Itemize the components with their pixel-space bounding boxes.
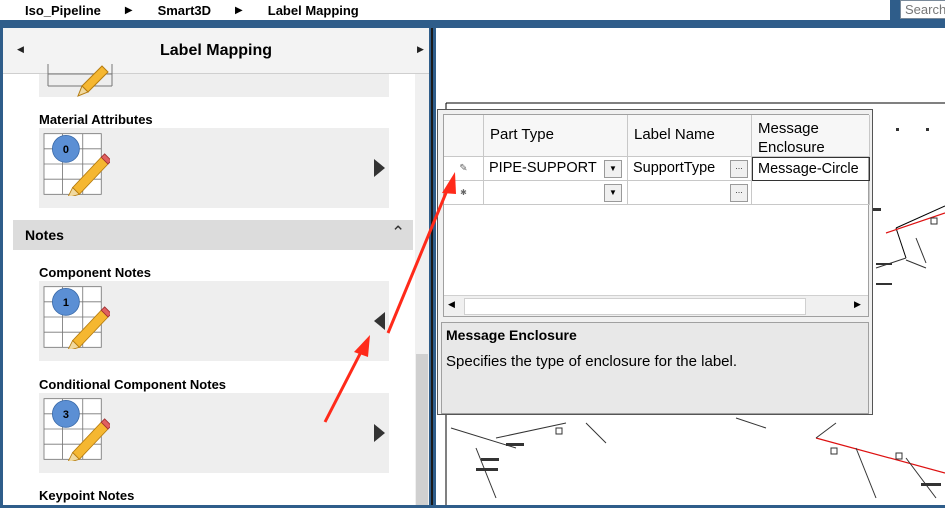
material-attributes-label: Material Attributes — [39, 112, 153, 127]
play-right-icon[interactable] — [374, 159, 385, 177]
scrollbar-thumb[interactable] — [416, 354, 428, 505]
conditional-component-notes-label: Conditional Component Notes — [39, 377, 227, 392]
breadcrumb-item-label-mapping[interactable]: Label Mapping — [268, 3, 359, 18]
panel-divider[interactable] — [431, 28, 433, 505]
row-header-corner — [444, 115, 484, 157]
component-notes-tile[interactable]: 1 — [39, 281, 389, 361]
breadcrumb-item-smart3d[interactable]: Smart3D — [158, 3, 211, 18]
material-attributes-tile[interactable]: 0 — [39, 128, 389, 208]
dropdown-icon[interactable]: ▼ — [604, 184, 622, 202]
badge-count: 0 — [63, 144, 69, 156]
conditional-component-notes-tile[interactable]: 3 — [39, 393, 389, 473]
component-notes-label: Component Notes — [39, 265, 151, 280]
label-mapping-dialog: Part Type Label Name Message Enclosure ✎… — [437, 109, 873, 415]
badge-count: 1 — [63, 297, 69, 309]
breadcrumb: Iso_Pipeline ▶ Smart3D ▶ Label Mapping — [0, 0, 890, 20]
play-left-icon[interactable] — [374, 312, 385, 330]
table-pencil-icon: 1 — [43, 286, 110, 349]
description-title: Message Enclosure — [446, 327, 577, 343]
scroll-right-icon[interactable]: ▶ — [854, 299, 861, 310]
collapse-up-icon[interactable]: ⌃ — [391, 223, 405, 243]
breadcrumb-item-iso-pipeline[interactable]: Iso_Pipeline — [25, 3, 101, 18]
notes-section-header[interactable]: Notes ⌃ — [13, 220, 413, 250]
dropdown-icon[interactable]: ▼ — [604, 160, 622, 178]
row-edit-icon: ✎ — [444, 157, 484, 181]
page-title: Label Mapping — [160, 42, 272, 59]
label-name-cell-new[interactable]: … — [628, 181, 752, 205]
ellipsis-icon[interactable]: … — [730, 160, 748, 178]
tile-partial[interactable] — [39, 64, 389, 97]
mapping-grid: Part Type Label Name Message Enclosure ✎… — [443, 114, 870, 317]
message-enclosure-cell[interactable]: Message-Circle — [752, 157, 870, 181]
message-enclosure-value: Message-Circle — [758, 161, 859, 177]
horizontal-scrollbar[interactable]: ◀ ▶ — [444, 295, 868, 316]
scrollbar-thumb[interactable] — [464, 298, 806, 315]
breadcrumb-separator-icon: ▶ — [235, 4, 243, 16]
new-row-marker: ✱ — [444, 181, 484, 205]
part-type-cell-new[interactable]: ▼ — [484, 181, 628, 205]
part-type-value: PIPE-SUPPORT — [489, 160, 597, 176]
pencil-icon — [47, 64, 113, 97]
keypoint-notes-label: Keypoint Notes — [39, 488, 135, 503]
left-panel: ◀ Label Mapping ▶ Material Attributes 0 — [3, 28, 429, 505]
search-input[interactable]: Search — [900, 0, 945, 19]
message-enclosure-cell-new[interactable] — [752, 181, 870, 205]
chevron-right-icon[interactable]: ▶ — [417, 44, 424, 55]
table-pencil-icon: 0 — [43, 133, 110, 196]
label-name-cell[interactable]: SupportType … — [628, 157, 752, 181]
description-panel: Message Enclosure Specifies the type of … — [441, 322, 869, 414]
notes-header-label: Notes — [25, 227, 64, 243]
label-name-value: SupportType — [633, 160, 716, 176]
description-text: Specifies the type of enclosure for the … — [446, 353, 738, 370]
vertical-scrollbar[interactable] — [415, 74, 429, 505]
column-header-part-type[interactable]: Part Type — [484, 115, 628, 157]
table-pencil-icon: 3 — [43, 398, 110, 461]
part-type-cell[interactable]: PIPE-SUPPORT ▼ — [484, 157, 628, 181]
scroll-left-icon[interactable]: ◀ — [448, 299, 455, 310]
play-right-icon[interactable] — [374, 424, 385, 442]
ellipsis-icon[interactable]: … — [730, 184, 748, 202]
column-header-label-name[interactable]: Label Name — [628, 115, 752, 157]
badge-count: 3 — [63, 409, 69, 421]
breadcrumb-separator-icon: ▶ — [124, 4, 133, 16]
column-header-message-enclosure[interactable]: Message Enclosure — [752, 115, 870, 157]
